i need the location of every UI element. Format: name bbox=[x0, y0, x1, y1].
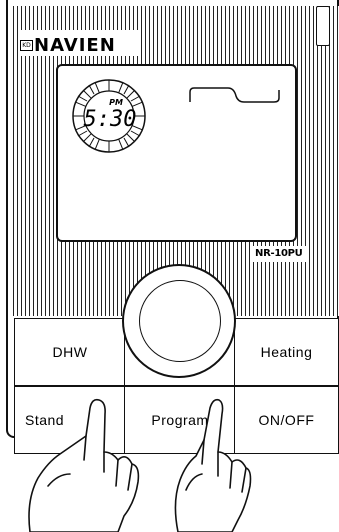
brand-badge: KD bbox=[20, 40, 33, 51]
lcd-display: PM 5:30 bbox=[56, 64, 297, 242]
dial-knob[interactable] bbox=[139, 280, 221, 362]
heating-button[interactable]: Heating bbox=[234, 318, 339, 386]
status-indicator bbox=[189, 87, 280, 103]
dhw-button[interactable]: DHW bbox=[14, 318, 126, 386]
side-slot bbox=[316, 6, 330, 46]
time-period: PM bbox=[109, 98, 123, 107]
time-readout: 5:30 bbox=[84, 107, 137, 132]
brand-logo: NAVIEN bbox=[34, 35, 116, 56]
model-label: NR-10PU bbox=[255, 248, 303, 259]
hand-pointer-icon bbox=[28, 398, 252, 532]
room-controller: KD NAVIEN PM 5:30 NR-10PU DHW Heating St… bbox=[0, 0, 339, 532]
lcd-content: PM 5:30 bbox=[72, 79, 280, 153]
